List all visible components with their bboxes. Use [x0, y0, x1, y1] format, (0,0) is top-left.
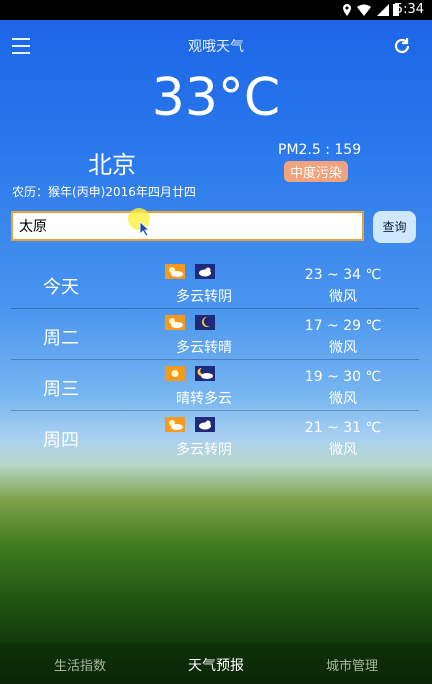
- forecast-day: 周三: [43, 379, 79, 400]
- forecast-desc: 多云转阴: [176, 289, 232, 305]
- city-search-field[interactable]: [11, 211, 374, 241]
- forecast-temp-range: 23 ~ 34 ℃: [304, 267, 382, 283]
- app-title: 观哦天气: [188, 39, 244, 55]
- forecast-day: 周四: [43, 430, 79, 451]
- cloud-night-icon: [195, 417, 215, 432]
- forecast-wind: 微风: [329, 289, 357, 305]
- forecast-desc: 晴转多云: [176, 391, 232, 407]
- refresh-icon[interactable]: [392, 36, 412, 56]
- forecast-desc: 多云转晴: [176, 340, 232, 356]
- forecast-wind: 微风: [329, 391, 357, 407]
- cursor-icon: [139, 221, 151, 237]
- forecast-row: 周三 晴转多云 19 ~ 30 ℃ 微风: [11, 360, 419, 411]
- weather-icons: [165, 417, 225, 435]
- forecast-day: 周二: [43, 328, 79, 349]
- forecast-temp-range: 21 ~ 31 ℃: [304, 420, 382, 436]
- forecast-desc: 多云转阴: [176, 442, 232, 458]
- city-search-input[interactable]: [13, 213, 374, 239]
- pollution-badge: 中度污染: [284, 161, 349, 182]
- status-time: 5:34: [394, 2, 424, 17]
- cloud-moon-icon: [195, 366, 215, 381]
- forecast-row: 周四 多云转阴 21 ~ 31 ℃ 微风: [11, 411, 419, 461]
- forecast-list: 今天 多云转阴 23 ~ 34 ℃ 微风 周二 多云转晴 17 ~ 29 ℃ 微风…: [11, 258, 419, 461]
- forecast-temp-range: 19 ~ 30 ℃: [304, 369, 382, 385]
- cloud-night-icon: [195, 264, 215, 279]
- location-icon: [343, 4, 351, 16]
- current-temperature: 33°C: [151, 68, 281, 128]
- tab-forecast[interactable]: 天气预报: [146, 655, 286, 675]
- forecast-row: 周二 多云转晴 17 ~ 29 ℃ 微风: [11, 309, 419, 360]
- query-button[interactable]: 查询: [373, 211, 416, 243]
- wifi-icon: [357, 4, 371, 16]
- pm25-value: PM2.5 : 159: [278, 142, 362, 158]
- lunar-date: 农历：猴年(丙申)2016年四月廿四: [12, 185, 196, 199]
- signal-icon: [377, 4, 389, 16]
- bottom-tab-bar: 生活指数 天气预报 城市管理: [0, 643, 432, 684]
- sun-icon: [165, 366, 185, 381]
- cloudy-sun-icon: [165, 315, 185, 330]
- forecast-day: 今天: [43, 277, 79, 298]
- forecast-row: 今天 多云转阴 23 ~ 34 ℃ 微风: [11, 258, 419, 309]
- city-name: 北京: [88, 151, 136, 179]
- tab-life-index[interactable]: 生活指数: [10, 655, 150, 674]
- moon-icon: [195, 315, 215, 330]
- forecast-wind: 微风: [329, 340, 357, 356]
- weather-icons: [165, 264, 225, 282]
- cloudy-sun-icon: [165, 417, 185, 432]
- app-screen: 5:34 观哦天气 33°C 北京 PM2.5 : 159 中度污染 农历：猴年…: [0, 0, 432, 684]
- tab-city-management[interactable]: 城市管理: [282, 655, 422, 674]
- forecast-wind: 微风: [329, 442, 357, 458]
- forecast-temp-range: 17 ~ 29 ℃: [304, 318, 382, 334]
- weather-icons: [165, 366, 225, 384]
- cloudy-sun-icon: [165, 264, 185, 279]
- weather-icons: [165, 315, 225, 333]
- status-bar: 5:34: [0, 0, 432, 20]
